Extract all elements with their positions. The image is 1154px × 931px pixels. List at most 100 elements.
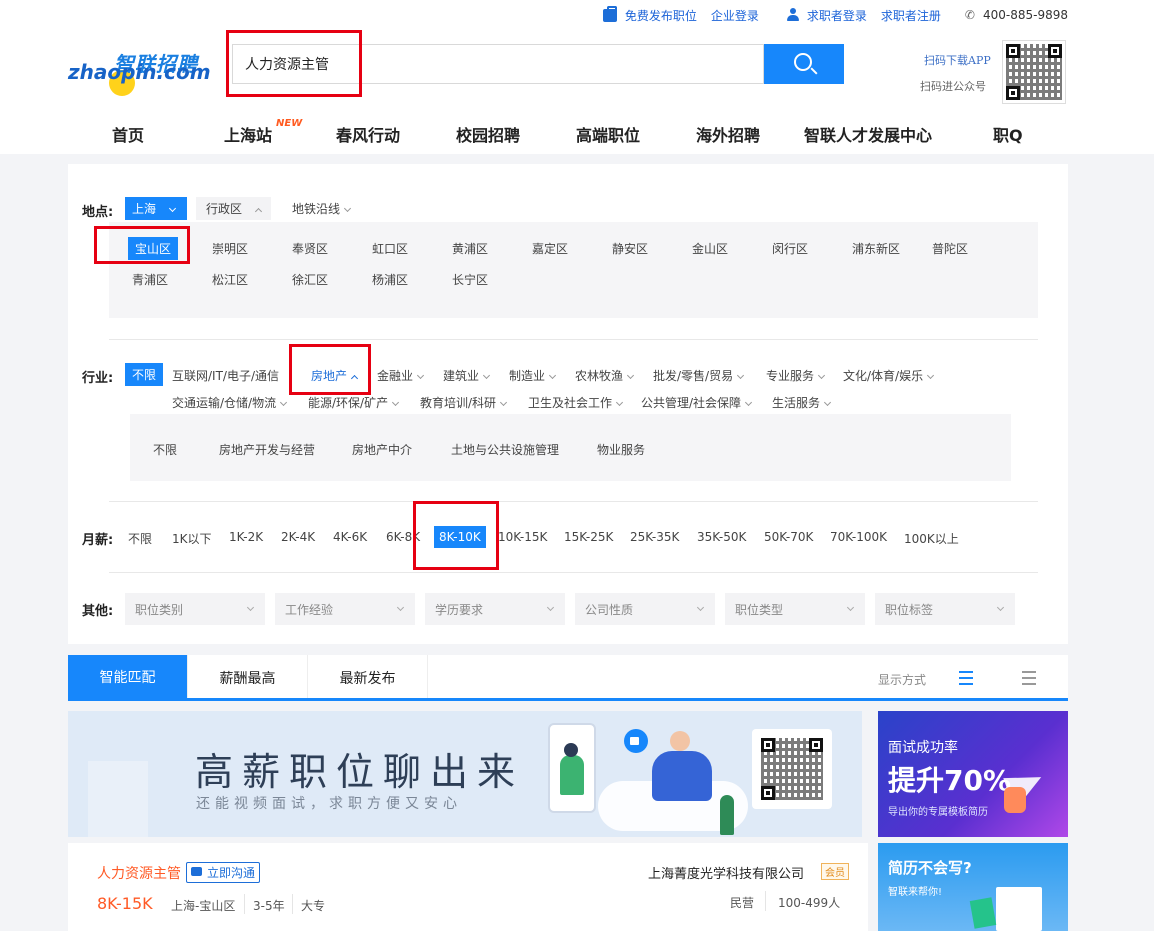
district-item[interactable]: 徐汇区 — [292, 271, 328, 288]
salary-option[interactable]: 1K-2K — [229, 530, 263, 544]
industry-sub-item[interactable]: 物业服务 — [597, 441, 645, 458]
salary-option[interactable]: 4K-6K — [333, 530, 367, 544]
hand-icon — [1004, 787, 1026, 813]
industry-item[interactable]: 互联网/IT/电子/通信 — [172, 367, 279, 384]
salary-label: 月薪: — [82, 533, 114, 548]
tab-smart-match[interactable]: 智能匹配 — [68, 655, 188, 698]
district-item[interactable]: 闵行区 — [772, 240, 808, 257]
industry-item[interactable]: 金融业 — [377, 367, 425, 384]
industry-item[interactable]: 制造业 — [509, 367, 557, 384]
industry-item[interactable]: 卫生及社会工作 — [528, 394, 624, 411]
industry-item[interactable]: 批发/零售/贸易 — [653, 367, 745, 384]
ad1-line3: 导出你的专属模板简历 — [888, 807, 988, 818]
salary-option[interactable]: 50K-70K — [764, 530, 813, 544]
district-item[interactable]: 黄浦区 — [452, 240, 488, 257]
nav-talent-center[interactable]: 智联人才发展中心 — [804, 122, 932, 146]
nav-home[interactable]: 首页 — [112, 122, 144, 146]
dropdown-company-type[interactable]: 公司性质 — [575, 593, 715, 625]
metro-dropdown[interactable]: 地铁沿线 — [292, 200, 352, 217]
nav-campus[interactable]: 校园招聘 — [456, 122, 520, 146]
nav-zhiq[interactable]: 职Q — [993, 122, 1023, 146]
dropdown-job-type[interactable]: 职位类型 — [725, 593, 865, 625]
job-title[interactable]: 人力资源主管 — [97, 863, 181, 883]
document-icon — [996, 887, 1042, 931]
ad2-line2: 智联来帮你! — [888, 887, 943, 898]
compact-view-icon[interactable] — [1022, 671, 1036, 685]
industry-sub-item[interactable]: 房地产中介 — [352, 441, 412, 458]
city-select[interactable]: 上海 — [125, 197, 187, 220]
chevron-down-icon — [343, 204, 352, 213]
district-item[interactable]: 崇明区 — [212, 240, 248, 257]
district-item[interactable]: 杨浦区 — [372, 271, 408, 288]
qr-code-icon — [1002, 40, 1066, 104]
separator — [765, 891, 766, 911]
company-login-link[interactable]: 企业登录 — [711, 7, 759, 24]
industry-item[interactable]: 教育培训/科研 — [420, 394, 508, 411]
search-button[interactable] — [764, 44, 844, 84]
salary-option[interactable]: 1K以下 — [172, 530, 212, 547]
other-label: 其他: — [82, 604, 114, 619]
district-item[interactable]: 静安区 — [612, 240, 648, 257]
district-item[interactable]: 奉贤区 — [292, 240, 328, 257]
company-name[interactable]: 上海菁度光学科技有限公司 — [648, 863, 804, 882]
district-item[interactable]: 虹口区 — [372, 240, 408, 257]
district-item[interactable]: 长宁区 — [452, 271, 488, 288]
industry-sub-item[interactable]: 不限 — [153, 441, 177, 458]
chevron-down-icon — [416, 371, 425, 380]
ad-interview-success[interactable]: 面试成功率 提升70% 导出你的专属模板简历 — [878, 711, 1068, 837]
salary-option[interactable]: 25K-35K — [630, 530, 679, 544]
salary-option[interactable]: 2K-4K — [281, 530, 315, 544]
nav-shanghai[interactable]: 上海站 — [224, 122, 272, 146]
company-size: 100-499人 — [778, 896, 841, 910]
salary-option[interactable]: 不限 — [128, 530, 152, 547]
district-item[interactable]: 普陀区 — [932, 240, 968, 257]
nav-overseas[interactable]: 海外招聘 — [696, 122, 760, 146]
industry-item[interactable]: 交通运输/仓储/物流 — [172, 394, 288, 411]
dropdown-education[interactable]: 学历要求 — [425, 593, 565, 625]
job-card[interactable]: 人力资源主管 立即沟通 8K-15K 上海-宝山区 3-5年 大专 上海菁度光学… — [68, 843, 868, 931]
promo-banner[interactable]: 高薪职位聊出来 还能视频面试，求职方便又安心 — [68, 711, 862, 837]
tab-highest-salary[interactable]: 薪酬最高 — [188, 655, 308, 698]
main-nav: 首页 上海站 NEW 春风行动 校园招聘 高端职位 海外招聘 智联人才发展中心 … — [0, 118, 1154, 148]
salary-option[interactable]: 10K-15K — [498, 530, 547, 544]
district-item[interactable]: 嘉定区 — [532, 240, 568, 257]
salary-option[interactable]: 100K以上 — [904, 530, 959, 547]
industry-sub-item[interactable]: 房地产开发与经营 — [219, 441, 315, 458]
district-item[interactable]: 青浦区 — [132, 271, 168, 288]
banner-subtitle: 还能视频面试，求职方便又安心 — [196, 796, 462, 812]
salary-option[interactable]: 35K-50K — [697, 530, 746, 544]
post-job-link[interactable]: 免费发布职位 — [602, 5, 697, 24]
district-dropdown-label: 行政区 — [206, 202, 243, 216]
district-item[interactable]: 浦东新区 — [852, 240, 900, 257]
list-view-icon[interactable] — [959, 671, 973, 685]
tab-latest[interactable]: 最新发布 — [308, 655, 428, 698]
chat-now-button[interactable]: 立即沟通 — [186, 862, 261, 883]
industry-item[interactable]: 能源/环保/矿产 — [308, 394, 400, 411]
industry-item[interactable]: 建筑业 — [443, 367, 491, 384]
nav-executive[interactable]: 高端职位 — [576, 122, 640, 146]
city-value: 上海 — [132, 202, 157, 216]
district-dropdown[interactable]: 行政区 — [196, 197, 272, 220]
salary-option[interactable]: 15K-25K — [564, 530, 613, 544]
dropdown-job-category[interactable]: 职位类别 — [125, 593, 265, 625]
ad-resume-help[interactable]: 简历不会写? 智联来帮你! — [878, 843, 1068, 931]
chevron-up-icon — [254, 207, 263, 216]
dropdown-experience[interactable]: 工作经验 — [275, 593, 415, 625]
industry-all[interactable]: 不限 — [125, 363, 164, 386]
industry-item[interactable]: 专业服务 — [766, 367, 826, 384]
industry-item[interactable]: 文化/体育/娱乐 — [843, 367, 935, 384]
seeker-register-link[interactable]: 求职者注册 — [881, 7, 941, 24]
industry-item[interactable]: 公共管理/社会保障 — [641, 394, 753, 411]
dropdown-job-tags[interactable]: 职位标签 — [875, 593, 1015, 625]
nav-spring[interactable]: 春风行动 — [336, 122, 400, 146]
zhaopin-logo[interactable]: 智联招聘 zhaopin.com — [68, 48, 211, 98]
seeker-login-link[interactable]: 求职者登录 — [786, 7, 867, 24]
video-icon — [624, 729, 648, 753]
industry-sub-item[interactable]: 土地与公共设施管理 — [451, 441, 559, 458]
district-item[interactable]: 松江区 — [212, 271, 248, 288]
chevron-down-icon — [500, 398, 508, 407]
industry-item[interactable]: 生活服务 — [772, 394, 832, 411]
salary-option[interactable]: 70K-100K — [830, 530, 887, 544]
industry-item[interactable]: 农林牧渔 — [575, 367, 635, 384]
district-item[interactable]: 金山区 — [692, 240, 728, 257]
